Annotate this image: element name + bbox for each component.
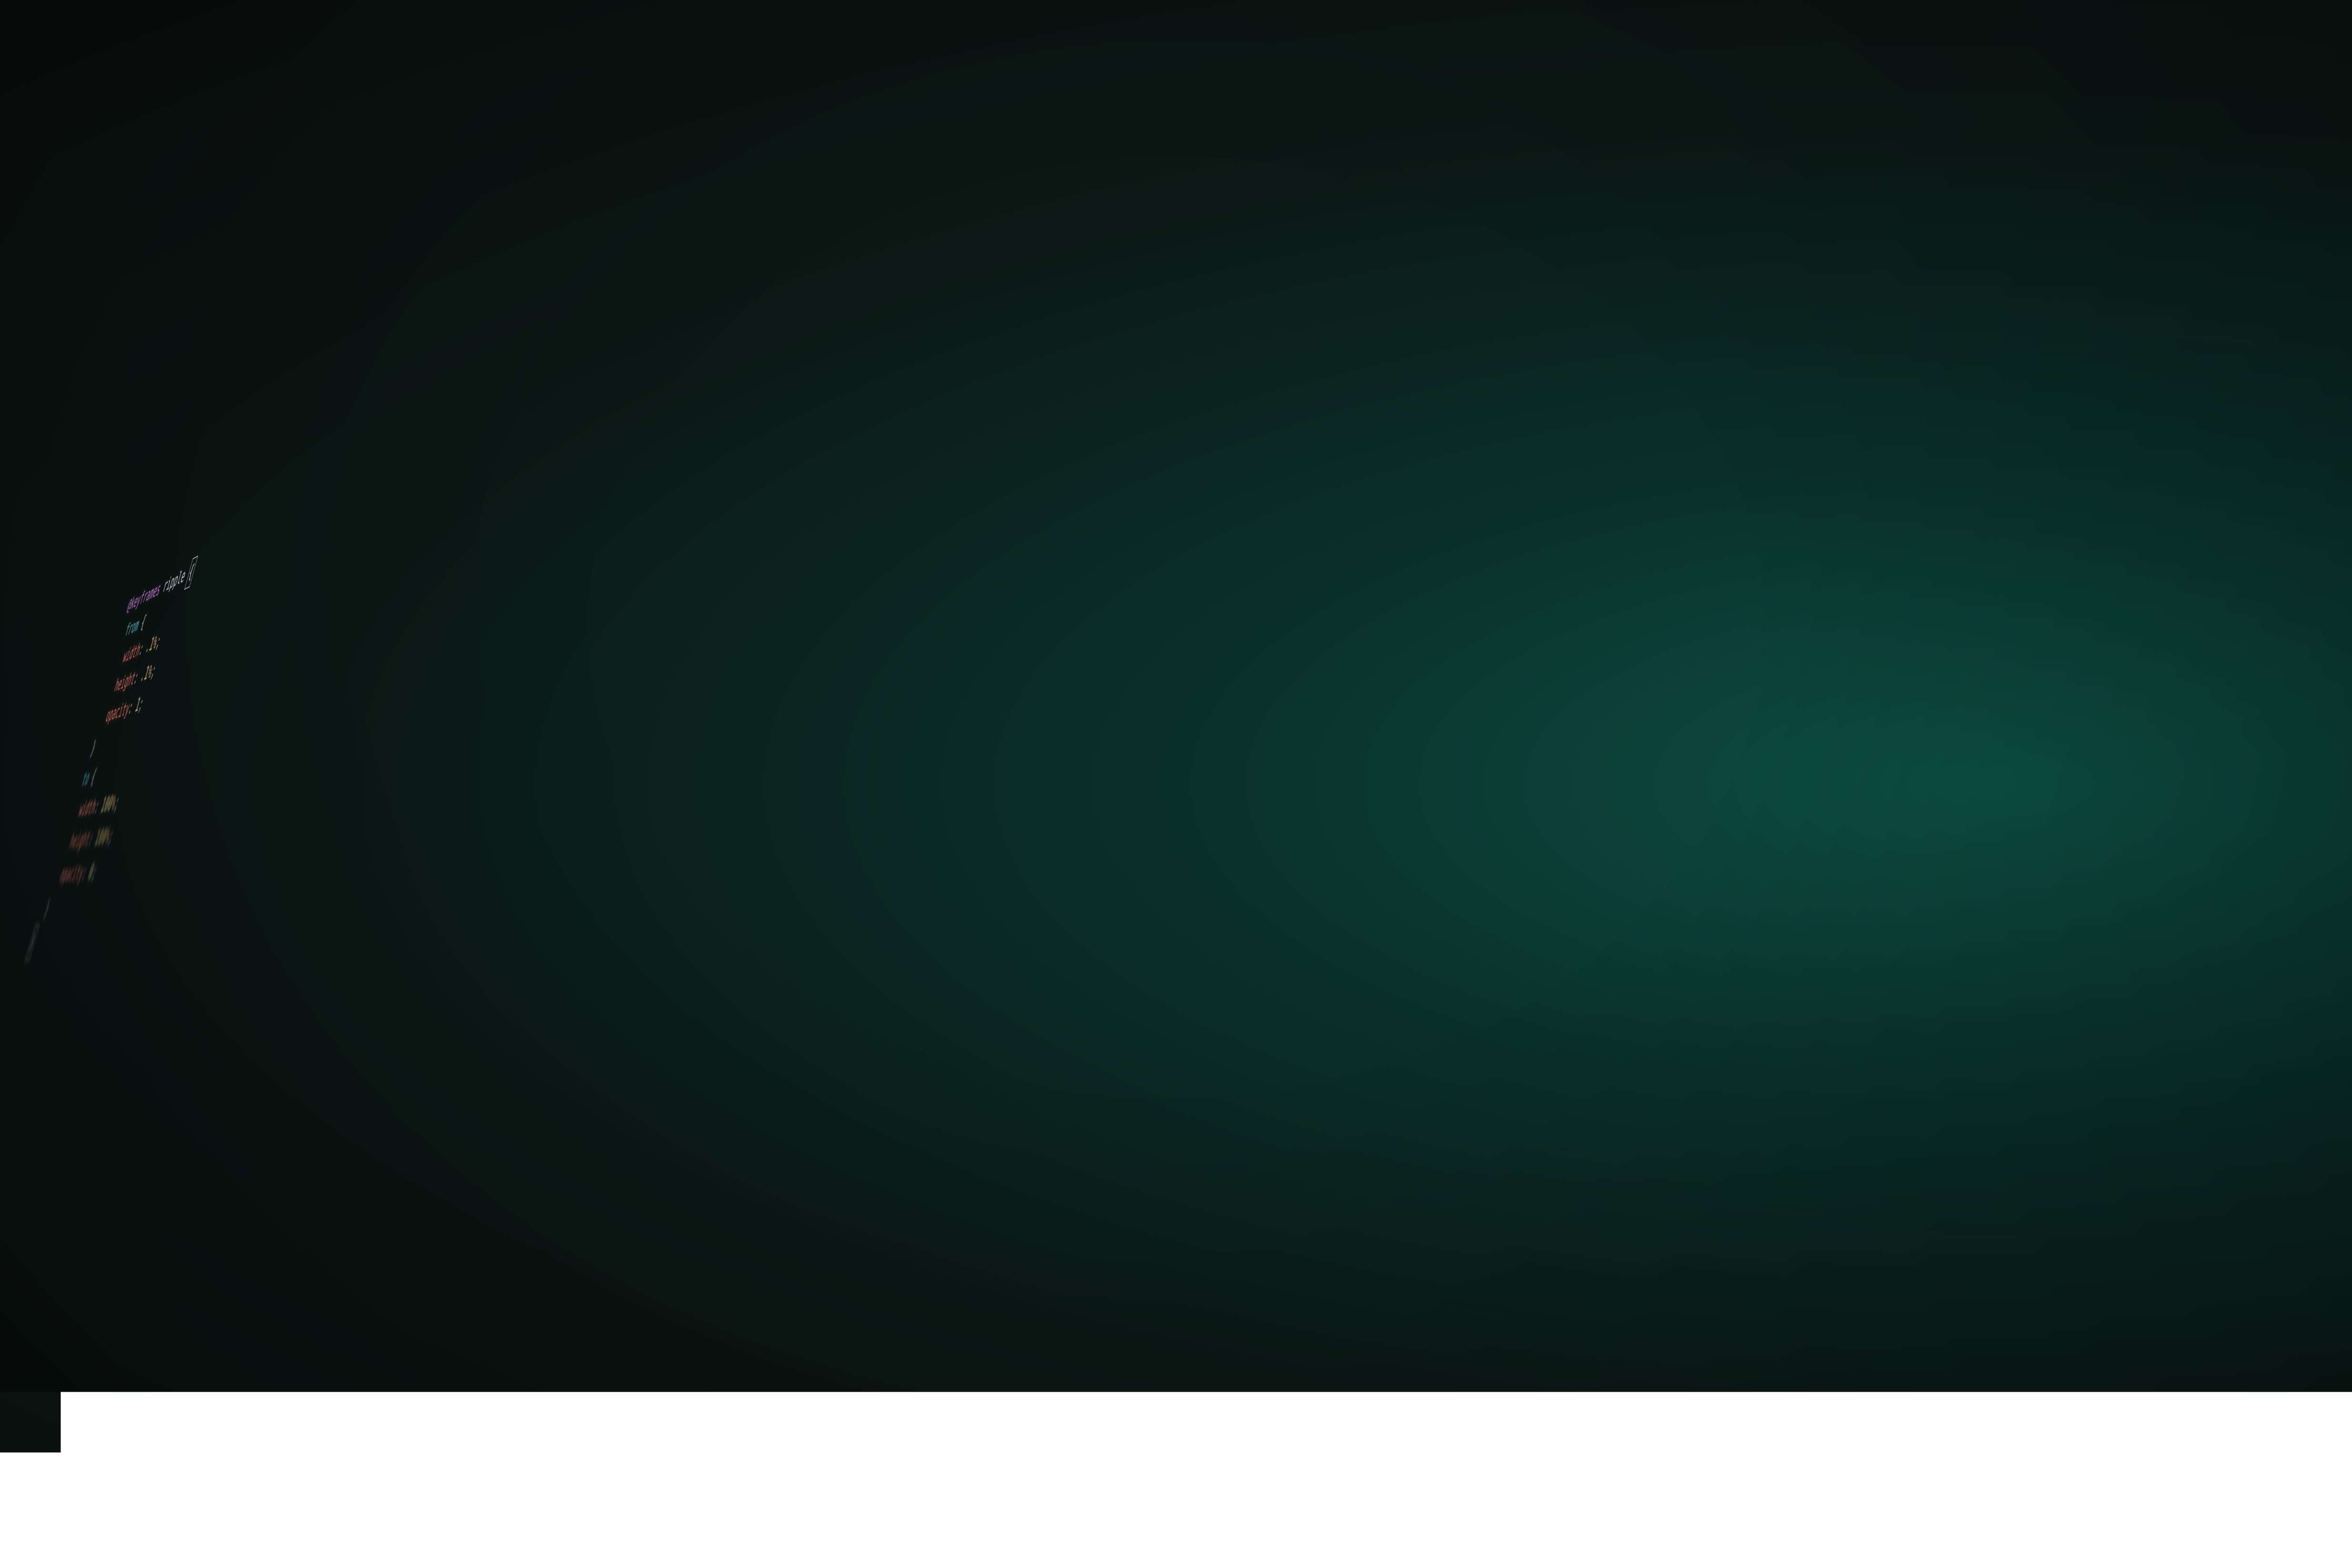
brace-close: } <box>41 892 53 926</box>
editor-viewport: @keyframes ripple { from { width : .1 % … <box>0 0 2352 1568</box>
code-editor[interactable]: @keyframes ripple { from { width : .1 % … <box>8 526 218 993</box>
highlighted-close-brace: } <box>25 925 39 959</box>
code-line-keyframes-close[interactable]: } <box>25 925 96 964</box>
code-line-to-close[interactable]: } <box>35 890 107 927</box>
brace-close: } <box>87 733 99 764</box>
